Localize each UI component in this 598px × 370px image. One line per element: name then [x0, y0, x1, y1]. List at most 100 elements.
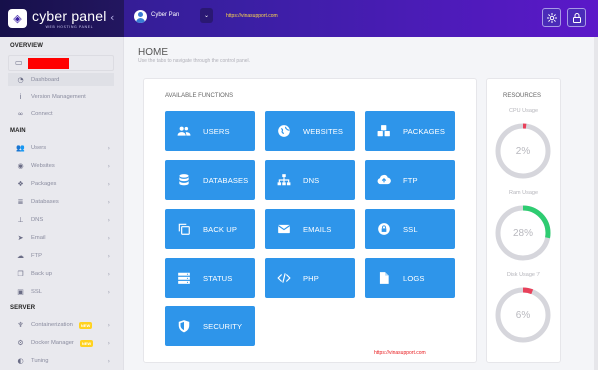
tile-backup[interactable]: BACK UP [165, 209, 255, 249]
ram-usage-label: Ram Usage [508, 190, 539, 196]
cloud-upload-icon: ☁ [17, 252, 24, 260]
sidebar-item-email[interactable]: ➤ Email › [16, 232, 112, 244]
tile-dns[interactable]: DNS [265, 160, 355, 200]
functions-title: AVAILABLE FUNCTIONS [165, 93, 234, 99]
user-avatar-icon[interactable] [134, 10, 147, 23]
sidebar-item-label: Version Management [31, 94, 86, 100]
paper-plane-icon: ➤ [17, 234, 24, 242]
sidebar-item-ssl[interactable]: ▣ SSL › [16, 286, 112, 298]
sidebar-item-version-management[interactable]: i Version Management [16, 91, 112, 103]
sidebar-item-packages[interactable]: ❖ Packages › [16, 178, 112, 190]
disk-usage-label: Disk Usage '/' [506, 272, 541, 278]
tachometer-icon: ◔ [17, 76, 24, 84]
sidebar-item-databases[interactable]: ≣ Databases › [16, 196, 112, 208]
chevron-right-icon: › [107, 216, 110, 224]
sidebar-item-label: Containerization [31, 322, 73, 328]
sidebar-item-dns[interactable]: ⊥ DNS › [16, 214, 112, 226]
adjust-icon: ◐ [17, 357, 24, 365]
sidebar-section-server: SERVER [10, 305, 36, 311]
docker-icon: ♆ [17, 321, 24, 329]
sidebar-item-label: SSL [31, 289, 42, 295]
database-icon [179, 174, 189, 186]
tile-label: WEBSITES [303, 126, 344, 136]
tile-packages[interactable]: PACKAGES [365, 111, 455, 151]
users-icon: 👥 [16, 144, 25, 152]
settings-button[interactable] [542, 8, 561, 27]
tile-emails[interactable]: EMAILS [265, 209, 355, 249]
tile-label: EMAILS [303, 224, 332, 234]
lock-button[interactable] [567, 8, 586, 27]
chevron-right-icon: › [107, 252, 110, 260]
sidebar-item-dashboard[interactable]: ◔ Dashboard [16, 74, 112, 86]
tile-websites[interactable]: WEBSITES [265, 111, 355, 151]
sidebar-item-containerization[interactable]: ♆ Containerization NEW › [16, 319, 112, 331]
brand[interactable]: ◈ cyber panel WEB HOSTING PANEL [0, 0, 124, 37]
sidebar-item-connect[interactable]: ∞ Connect [16, 108, 112, 120]
new-badge: NEW [79, 339, 94, 347]
tile-label: SSL [403, 224, 418, 234]
ram-usage-value: 28% [512, 228, 533, 239]
sidebar-section-main: MAIN [10, 128, 26, 134]
cpu-usage-value: 2% [515, 146, 531, 157]
chevron-right-icon: › [107, 321, 110, 329]
resources-title: RESOURCES [503, 93, 542, 99]
sidebar-item-users[interactable]: 👥 Users › [16, 142, 112, 154]
cubes-icon [377, 125, 390, 137]
sidebar-item-tuning[interactable]: ◐ Tuning › [16, 355, 112, 367]
lock-icon: ▣ [17, 288, 24, 296]
brand-subtitle: WEB HOSTING PANEL [45, 25, 94, 29]
gear-icon [546, 12, 557, 23]
sidebar-item-label: Tuning [31, 358, 49, 364]
page-subtitle: Use the tabs to navigate through the con… [138, 58, 251, 64]
tile-users[interactable]: USERS [165, 111, 255, 151]
tile-status[interactable]: STATUS [165, 258, 255, 298]
server-icon [178, 272, 190, 284]
chevron-right-icon: › [107, 198, 110, 206]
chevron-right-icon: › [107, 162, 110, 170]
tile-label: DNS [303, 175, 320, 185]
tile-security[interactable]: SECURITY [165, 306, 255, 346]
lock-icon [572, 12, 581, 23]
copy-icon: ❐ [17, 270, 24, 278]
sidebar-item-label: Users [31, 145, 47, 151]
sidebar-item-label: Back up [31, 271, 52, 277]
tile-label: STATUS [203, 273, 233, 283]
copy-icon [178, 223, 190, 235]
info-icon: i [19, 93, 22, 101]
sidebar-item-label: FTP [31, 253, 42, 259]
file-icon [379, 272, 389, 284]
chevron-down-icon: ⌄ [203, 12, 210, 19]
sidebar-item-websites[interactable]: ◉ Websites › [16, 160, 112, 172]
tile-label: PACKAGES [403, 126, 446, 136]
tile-label: FTP [403, 175, 418, 185]
tile-label: DATABASES [203, 175, 249, 185]
chevron-right-icon: › [107, 288, 110, 296]
laptop-icon: ▭ [15, 58, 23, 67]
code-icon [277, 273, 291, 283]
tile-ssl[interactable]: SSL [365, 209, 455, 249]
tile-ftp[interactable]: FTP [365, 160, 455, 200]
sidebar-item-ftp[interactable]: ☁ FTP › [16, 250, 112, 262]
tile-php[interactable]: PHP [265, 258, 355, 298]
envelope-icon [277, 224, 291, 234]
chevron-right-icon: › [107, 180, 110, 188]
chevron-right-icon: › [107, 339, 110, 347]
sidebar-item-label: Dashboard [31, 77, 60, 83]
user-dropdown-button[interactable]: ⌄ [200, 8, 213, 23]
cpu-usage-label: CPU Usage [508, 108, 539, 114]
sidebar-item-label: Connect [31, 111, 53, 117]
globe-icon [278, 125, 290, 137]
sidebar-item-backup[interactable]: ❐ Back up › [16, 268, 112, 280]
page-scrollbar[interactable] [594, 37, 598, 370]
user-name[interactable]: Cyber Pan [151, 12, 179, 18]
tile-databases[interactable]: DATABASES [165, 160, 255, 200]
chevron-right-icon: › [107, 234, 110, 242]
tile-logs[interactable]: LOGS [365, 258, 455, 298]
sidebar-item-label: Email [31, 235, 46, 241]
sidebar-item-docker-manager[interactable]: ⚙ Docker Manager NEW › [16, 337, 112, 349]
chevron-left-icon[interactable]: ‹ [110, 11, 114, 24]
tile-label: LOGS [403, 273, 425, 283]
tile-label: PHP [303, 273, 319, 283]
users-icon [177, 126, 191, 136]
watermark-url: https://vinasupport.com [374, 350, 426, 356]
